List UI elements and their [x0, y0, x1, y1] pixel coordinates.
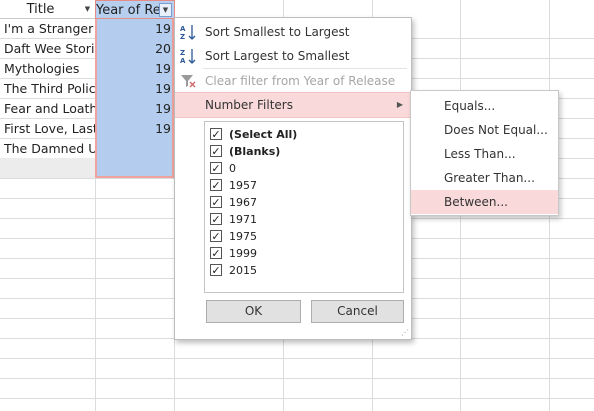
checkbox-checked-icon: ✓: [210, 213, 222, 226]
title-filter-dropdown-icon[interactable]: ▼: [82, 3, 93, 15]
title-cell[interactable]: The Third Polic: [0, 79, 95, 99]
year-cell[interactable]: [95, 139, 174, 159]
number-filters-submenu: Equals... Does Not Equal... Less Than...…: [410, 90, 559, 216]
checkbox-checked-icon: ✓: [210, 196, 222, 209]
year-column-header[interactable]: Year of Rele ▼: [95, 0, 175, 19]
autofilter-menu: A Z Sort Smallest to Largest Z A Sort La…: [174, 17, 412, 340]
svg-text:Z: Z: [180, 33, 185, 40]
grid-line: [0, 398, 594, 399]
checkbox-label: 0: [229, 162, 236, 175]
year-cell[interactable]: 19: [95, 19, 174, 39]
checkbox-checked-icon: ✓: [210, 230, 222, 243]
submenu-arrow-icon: ▶: [396, 100, 403, 109]
between-item[interactable]: Between...: [411, 190, 558, 214]
title-cell[interactable]: First Love, Last: [0, 119, 95, 139]
checkbox-checked-icon: ✓: [210, 145, 222, 158]
less-than-item[interactable]: Less Than...: [411, 142, 558, 166]
checkbox-checked-icon: ✓: [210, 162, 222, 175]
year-header-label: Year of Rele: [96, 3, 160, 18]
greater-than-item[interactable]: Greater Than...: [411, 166, 558, 190]
checkbox-label: 1975: [229, 230, 257, 243]
clear-filter-icon: [181, 75, 196, 88]
year-cell[interactable]: 19: [95, 99, 174, 119]
checkbox-label: (Blanks): [229, 145, 281, 158]
year-cell[interactable]: 19: [95, 79, 174, 99]
number-filters-label: Number Filters: [205, 98, 293, 112]
checkbox-label: 1971: [229, 213, 257, 226]
grid-line: [0, 358, 594, 359]
checkbox-label: 1999: [229, 247, 257, 260]
year-cell[interactable]: 20: [95, 39, 174, 59]
number-filters-item[interactable]: Number Filters ▶: [175, 92, 411, 118]
ok-button[interactable]: OK: [206, 300, 301, 323]
svg-text:Z: Z: [180, 49, 185, 57]
year-filter-dropdown-icon[interactable]: ▼: [159, 3, 172, 17]
sort-ascending-icon: A Z: [180, 25, 196, 40]
sort-descending-item[interactable]: Z A Sort Largest to Smallest: [175, 44, 411, 68]
does-not-equal-item[interactable]: Does Not Equal...: [411, 118, 558, 142]
sort-descending-icon: Z A: [180, 49, 196, 64]
resize-grip-icon[interactable]: ⋰: [401, 328, 409, 337]
clear-filter-item[interactable]: Clear filter from Year of Release: [175, 69, 411, 93]
filter-values-list[interactable]: ✓ (Select All) ✓ (Blanks) ✓ 0 ✓ 1957 ✓ 1…: [204, 121, 404, 293]
title-column-header[interactable]: Title ▼: [0, 0, 96, 19]
title-cell[interactable]: Fear and Loath: [0, 99, 95, 119]
empty-row-cell[interactable]: [0, 158, 95, 178]
checkbox-checked-icon: ✓: [210, 247, 222, 260]
grid-line: [0, 378, 594, 379]
equals-item[interactable]: Equals...: [411, 94, 558, 118]
sort-ascending-item[interactable]: A Z Sort Smallest to Largest: [175, 20, 411, 44]
title-cell[interactable]: Mythologies: [0, 59, 95, 79]
svg-text:A: A: [180, 57, 186, 64]
sort-descending-label: Sort Largest to Smallest: [205, 49, 350, 63]
title-cell[interactable]: The Damned U: [0, 139, 95, 159]
checkbox-checked-icon: ✓: [210, 179, 222, 192]
checkbox-label: (Select All): [229, 128, 298, 141]
checkbox-label: 2015: [229, 264, 257, 277]
checkbox-checked-icon: ✓: [210, 128, 222, 141]
svg-text:A: A: [180, 25, 186, 33]
title-header-label: Title: [26, 2, 55, 17]
clear-filter-label: Clear filter from Year of Release: [205, 74, 396, 88]
checkbox-checked-icon: ✓: [210, 264, 222, 277]
title-cell[interactable]: Daft Wee Stori: [0, 39, 95, 59]
checkbox-label: 1957: [229, 179, 257, 192]
sort-ascending-label: Sort Smallest to Largest: [205, 25, 350, 39]
cancel-button[interactable]: Cancel: [311, 300, 404, 323]
year-cell[interactable]: 19: [95, 119, 174, 139]
title-cell[interactable]: I'm a Stranger H: [0, 19, 95, 39]
year-cell[interactable]: 19: [95, 59, 174, 79]
checkbox-label: 1967: [229, 196, 257, 209]
